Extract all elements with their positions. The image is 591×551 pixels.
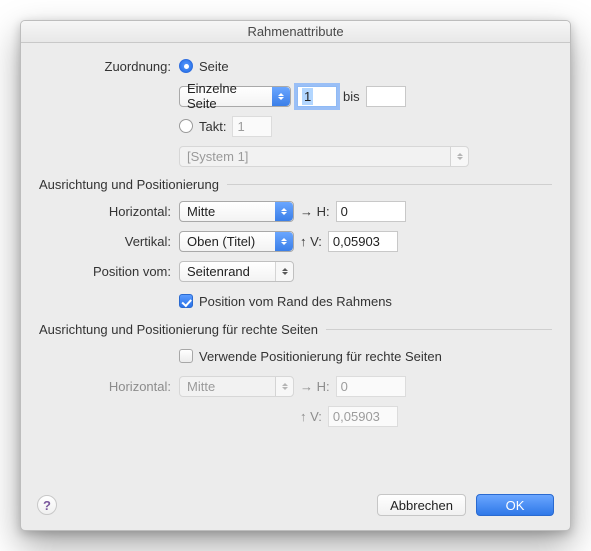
h-align-select-value: Mitte	[187, 204, 215, 219]
page-from-input[interactable]: 1	[297, 86, 337, 107]
right-v-offset-input: 0,05903	[328, 406, 398, 427]
page-to-input[interactable]	[366, 86, 406, 107]
system-select: [System 1]	[179, 146, 469, 167]
radio-measure-label: Takt:	[199, 119, 226, 134]
measure-input: 1	[232, 116, 272, 137]
use-right-checkbox-label: Verwende Positionierung für rechte Seite…	[199, 349, 442, 364]
v-label: Vertikal:	[39, 234, 179, 249]
h-offset-input[interactable]: 0	[336, 201, 406, 222]
window-title: Rahmenattribute	[21, 21, 570, 43]
use-right-checkbox[interactable]	[179, 349, 193, 363]
h-offset-label: → H:	[300, 204, 330, 219]
radio-page-label: Seite	[199, 59, 229, 74]
edge-checkbox[interactable]	[179, 294, 193, 308]
updown-arrows-icon	[275, 377, 293, 396]
page-to-label: bis	[343, 89, 360, 104]
position-from-select[interactable]: Seitenrand	[179, 261, 294, 282]
cancel-button[interactable]: Abbrechen	[377, 494, 466, 516]
position-from-select-value: Seitenrand	[187, 264, 250, 279]
right-h-offset-input: 0	[336, 376, 406, 397]
right-v-offset-label: ↑ V:	[300, 409, 322, 424]
help-button[interactable]: ?	[37, 495, 57, 515]
assignment-label: Zuordnung:	[39, 59, 179, 74]
pos-from-label: Position vom:	[39, 264, 179, 279]
h-label: Horizontal:	[39, 204, 179, 219]
radio-page[interactable]	[179, 59, 193, 73]
system-select-value: [System 1]	[187, 149, 248, 164]
updown-arrows-icon	[450, 147, 468, 166]
section1-title: Ausrichtung und Positionierung	[39, 177, 219, 192]
updown-arrows-icon	[275, 202, 293, 221]
section2-title: Ausrichtung und Positionierung für recht…	[39, 322, 318, 337]
dialog-content: Zuordnung: Seite Einzelne Seite 1 bis	[21, 43, 570, 449]
right-h-label: Horizontal:	[39, 379, 179, 394]
radio-measure[interactable]	[179, 119, 193, 133]
v-offset-label: ↑ V:	[300, 234, 322, 249]
v-align-select-value: Oben (Titel)	[187, 234, 255, 249]
page-range-select[interactable]: Einzelne Seite	[179, 86, 291, 107]
ok-button[interactable]: OK	[476, 494, 554, 516]
right-h-align-select-value: Mitte	[187, 379, 215, 394]
v-offset-input[interactable]: 0,05903	[328, 231, 398, 252]
dialog-window: Rahmenattribute Zuordnung: Seite Einzeln…	[20, 20, 571, 531]
right-h-align-select: Mitte	[179, 376, 294, 397]
divider	[227, 184, 552, 185]
v-align-select[interactable]: Oben (Titel)	[179, 231, 294, 252]
h-align-select[interactable]: Mitte	[179, 201, 294, 222]
dialog-footer: ? Abbrechen OK	[21, 484, 570, 530]
divider	[326, 329, 552, 330]
edge-checkbox-label: Position vom Rand des Rahmens	[199, 294, 392, 309]
updown-arrows-icon	[272, 87, 290, 106]
page-range-select-value: Einzelne Seite	[187, 81, 268, 111]
updown-arrows-icon	[275, 232, 293, 251]
right-h-offset-label: → H:	[300, 379, 330, 394]
updown-arrows-icon	[275, 262, 293, 281]
